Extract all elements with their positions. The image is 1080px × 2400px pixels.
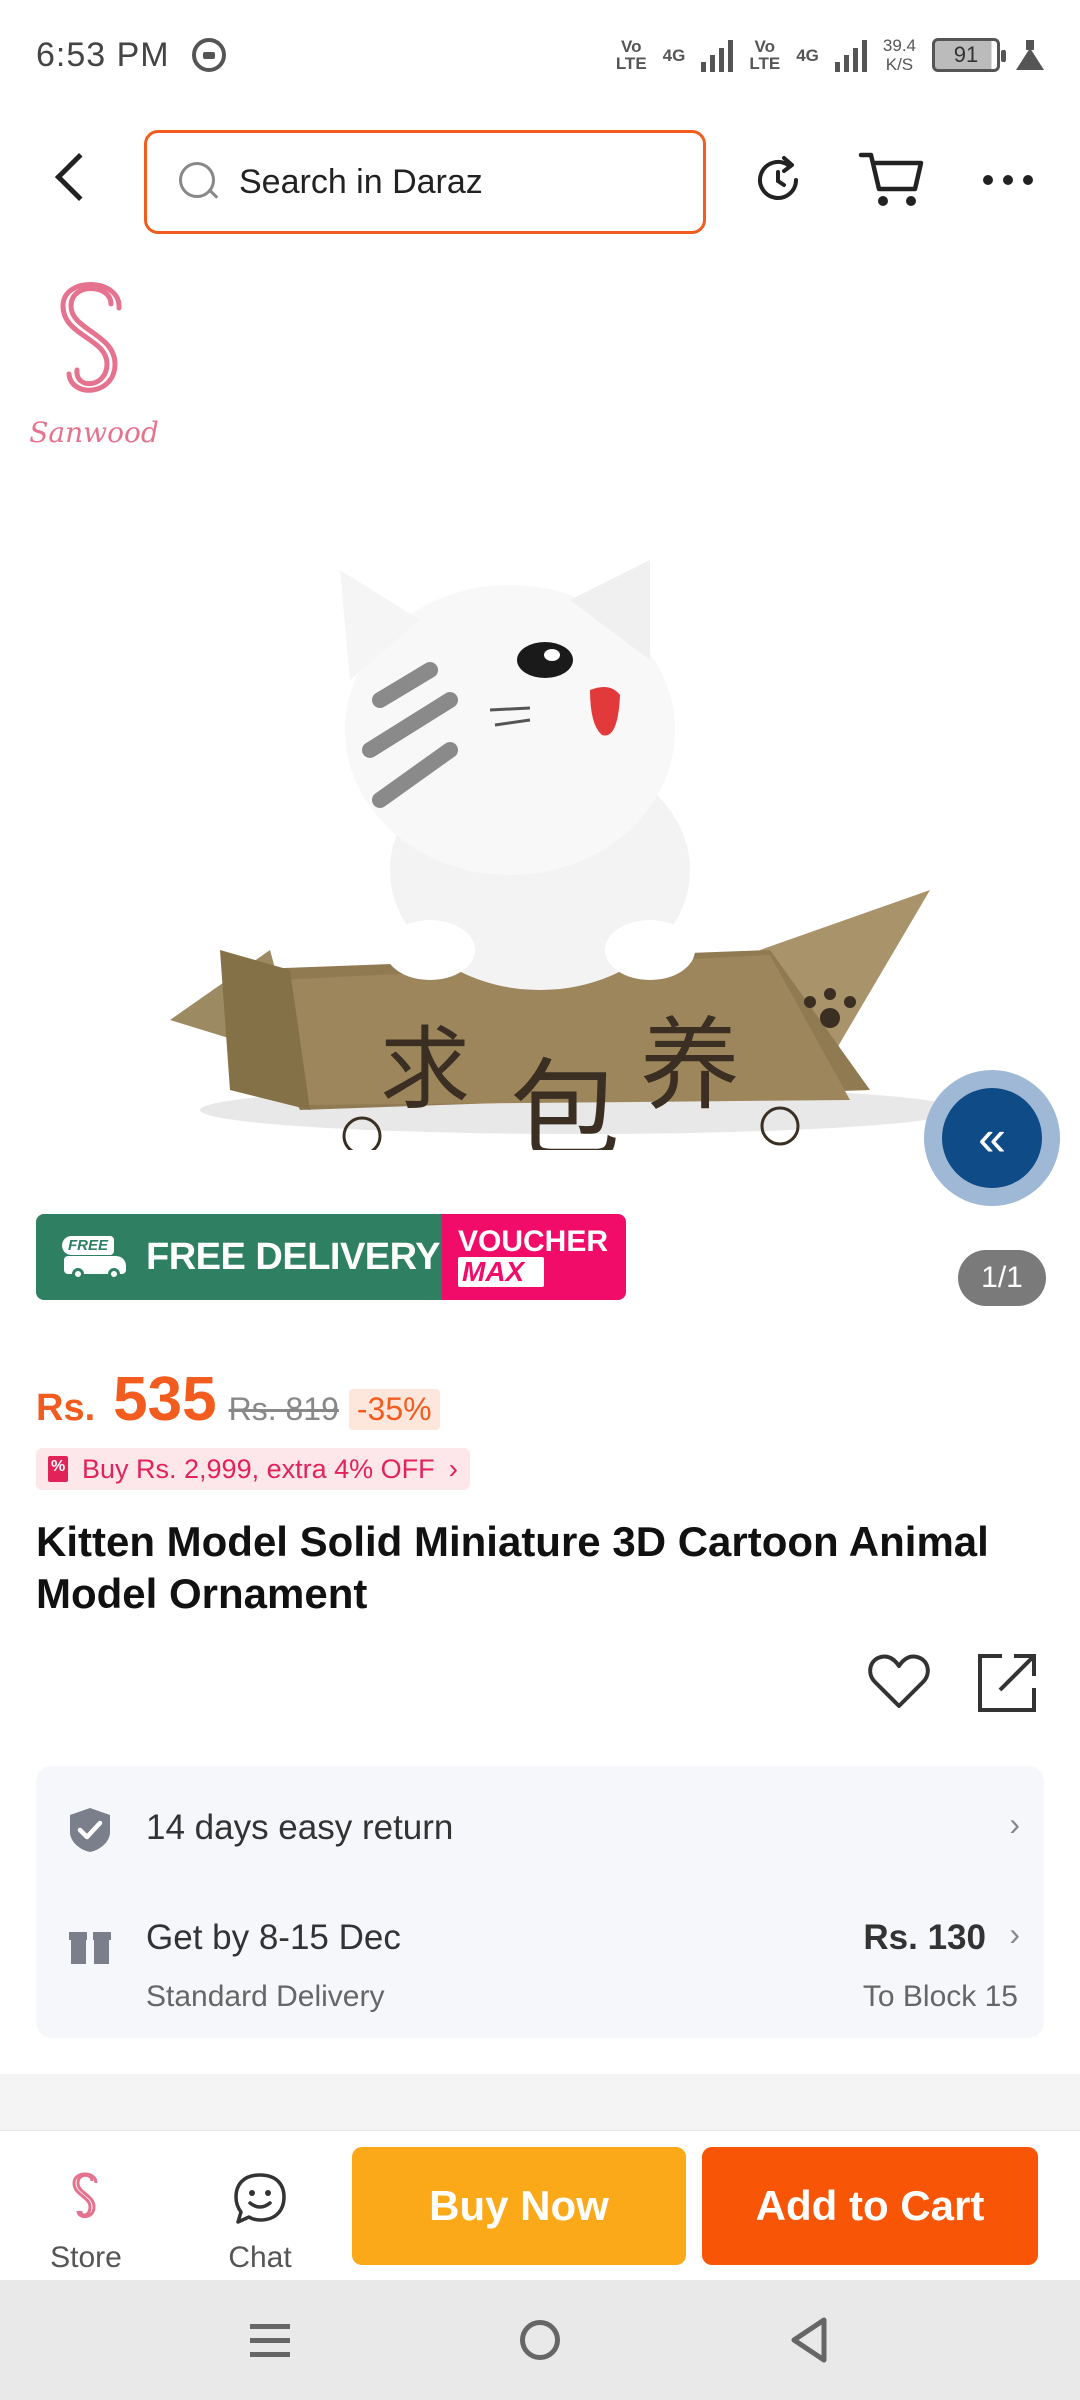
product-title: Kitten Model Solid Miniature 3D Cartoon … <box>36 1518 989 1617</box>
speed-value: 39.4 <box>882 36 916 55</box>
delivery-row[interactable]: Get by 8-15 Dec Standard Delivery Rs. 13… <box>36 1890 1044 2038</box>
collapse-icon: « <box>942 1088 1042 1188</box>
currency-label: Rs. <box>36 1387 96 1429</box>
network-gen-label-2: 4G <box>796 45 819 65</box>
return-policy-row[interactable]: 14 days easy return › <box>36 1766 1044 1890</box>
voucher-max-badge: VOUCHER MAX <box>442 1214 626 1300</box>
free-delivery-badge: FREE FREE DELIVERY <box>36 1214 442 1300</box>
cart-button[interactable] <box>852 140 932 220</box>
promo-offer-text: Buy Rs. 2,999, extra 4% OFF <box>82 1453 435 1484</box>
network-gen-2: 4G <box>796 47 819 64</box>
home-button[interactable] <box>510 2310 570 2370</box>
delivery-fee: Rs. 130 <box>863 1918 986 1957</box>
chat-label: Chat <box>228 2241 292 2274</box>
refresh-icon <box>758 156 798 200</box>
image-counter: 1/1 <box>958 1250 1046 1306</box>
network-gen-1: 4G <box>663 47 686 64</box>
delivery-type-label: Standard Delivery <box>146 1980 385 2013</box>
brand-name: Sanwood <box>29 416 159 449</box>
flask-icon <box>1016 40 1044 70</box>
discount-badge: -35% <box>348 1389 440 1430</box>
svg-text:包: 包 <box>510 1048 620 1150</box>
volte-top-2: Vo <box>754 37 776 56</box>
voucher-top-text: VOUCHER <box>458 1225 609 1258</box>
promo-banner[interactable]: FREE FREE DELIVERY VOUCHER MAX <box>36 1214 626 1300</box>
brand-logo: Sanwood <box>16 274 172 449</box>
chat-icon <box>234 2173 286 2224</box>
back-triangle-icon <box>791 2317 827 2363</box>
bottom-action-bar: Store Chat Buy Now Add to Cart <box>0 2130 1080 2280</box>
brand-logo-icon <box>60 282 122 393</box>
heart-icon[interactable] <box>866 1648 932 1714</box>
svg-text:求: 求 <box>380 1017 470 1122</box>
volte-top-1: Vo <box>621 37 642 56</box>
shield-check-icon <box>70 1808 110 1852</box>
collapse-button[interactable]: « <box>924 1070 1060 1206</box>
buy-now-button[interactable]: Buy Now <box>352 2147 686 2265</box>
status-time: 6:53 PM <box>36 35 170 74</box>
store-label: Store <box>50 2241 122 2274</box>
volte-bottom-1: LTE <box>615 54 647 73</box>
network-speed: 39.4 K/S <box>883 36 916 74</box>
free-tag: FREE <box>62 1236 115 1255</box>
product-image[interactable]: 求 包 养 <box>150 450 950 1150</box>
battery-icon: 91 <box>932 38 1006 72</box>
volte-bottom-2: LTE <box>749 54 781 73</box>
delivery-destination: To Block 15 <box>862 1980 1018 2013</box>
svg-text:养: 养 <box>640 1007 740 1124</box>
volte-indicator-1: Vo LTE <box>616 38 647 72</box>
signal-bars-icon <box>834 38 867 72</box>
voucher-bottom-text: MAX <box>458 1257 544 1287</box>
free-delivery-text: FREE DELIVERY <box>146 1235 441 1278</box>
system-back-button[interactable] <box>780 2310 840 2370</box>
store-button[interactable]: Store <box>26 2171 146 2275</box>
chevron-right-icon: › <box>1009 1806 1020 1842</box>
search-icon <box>179 162 219 202</box>
recent-apps-button[interactable] <box>240 2310 300 2370</box>
coupon-icon <box>48 1456 68 1482</box>
return-policy-label: 14 days easy return <box>146 1808 454 1847</box>
search-bar[interactable]: Search in Daraz <box>144 130 706 234</box>
battery-level: 91 <box>953 42 979 67</box>
back-icon <box>54 152 104 202</box>
system-navigation-bar <box>0 2280 1080 2400</box>
store-logo-icon <box>72 2172 98 2218</box>
gift-box-icon <box>69 1924 111 1964</box>
add-to-cart-button[interactable]: Add to Cart <box>702 2147 1038 2265</box>
delivery-service-card: 14 days easy return › Get by 8-15 Dec St… <box>36 1766 1044 2038</box>
more-icon <box>983 175 1033 185</box>
current-price: 535 <box>113 1365 217 1434</box>
signal-bars-icon <box>701 38 734 72</box>
top-navigation: Search in Daraz <box>0 120 1080 240</box>
price-row: Rs. 535 Rs. 819 -35% <box>36 1364 440 1435</box>
status-bar: 6:53 PM Vo LTE 4G Vo LTE 4G 39.4 K/S 91 <box>0 0 1080 110</box>
delivery-date-label: Get by 8-15 Dec <box>146 1918 401 1957</box>
section-divider <box>0 2074 1080 2130</box>
cart-icon <box>858 152 924 206</box>
original-price: Rs. 819 <box>228 1391 339 1427</box>
network-gen-label-1: 4G <box>662 45 686 65</box>
search-placeholder: Search in Daraz <box>239 162 483 201</box>
status-indicators: Vo LTE 4G Vo LTE 4G 39.4 K/S 91 <box>616 36 1044 74</box>
share-icon[interactable] <box>976 1650 1040 1714</box>
speed-unit: K/S <box>885 55 914 74</box>
volte-indicator-2: Vo LTE <box>749 38 780 72</box>
refresh-button[interactable] <box>738 140 818 220</box>
back-button[interactable] <box>42 148 104 212</box>
product-gallery[interactable]: Sanwood 求 包 养 « FREE FREE DELIVERY VOUCH… <box>0 250 1080 1306</box>
home-icon <box>520 2320 560 2360</box>
chevron-right-icon: › <box>448 1453 458 1484</box>
screen-record-icon <box>191 38 226 72</box>
chat-button[interactable]: Chat <box>200 2171 320 2275</box>
more-options-button[interactable] <box>968 140 1048 220</box>
truck-icon: FREE <box>54 1234 134 1280</box>
chevron-right-icon: › <box>1009 1916 1020 1952</box>
promo-offer[interactable]: Buy Rs. 2,999, extra 4% OFF › <box>36 1448 470 1490</box>
